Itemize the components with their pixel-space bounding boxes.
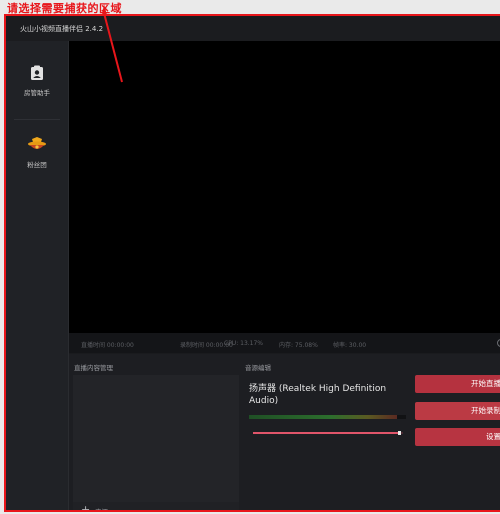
memory-status: 内存: 75.08%	[279, 342, 318, 349]
fan-club-badge-icon	[28, 137, 46, 149]
settings-button[interactable]: 设置	[415, 428, 500, 446]
clipboard-person-icon	[31, 65, 43, 80]
audio-device-name: 扬声器 (Realtek High Definition Audio)	[249, 384, 387, 406]
volume-slider-fill	[253, 432, 400, 434]
sidebar: 房管助手 粉丝团	[6, 41, 69, 510]
audio-level-meter	[249, 415, 406, 419]
audio-level-meter-fill	[249, 415, 397, 419]
sidebar-item-fan-club[interactable]: 粉丝团	[6, 137, 68, 169]
capture-selection-frame[interactable]: 火山小视频直播伴侣 2.4.2 房管助手 粉丝团 直播时间 00:00:00 录…	[4, 14, 500, 512]
sidebar-item-room-manager[interactable]: 房管助手	[6, 65, 68, 97]
sources-list[interactable]	[73, 375, 239, 502]
sidebar-item-label: 房管助手	[24, 89, 50, 97]
add-source-label: 来源	[95, 508, 108, 512]
capture-hint-text: 请选择需要捕获的区域	[7, 2, 122, 15]
status-bar: 直播时间 00:00:00 录制时间 00:00:00 CPU: 13.17% …	[69, 333, 500, 353]
add-source-button[interactable]: + 来源	[73, 502, 239, 512]
sources-panel-title: 直播内容管理	[74, 364, 113, 372]
cpu-status: CPU: 13.17%	[224, 340, 264, 347]
window-titlebar[interactable]: 火山小视频直播伴侣 2.4.2	[6, 16, 500, 41]
sidebar-divider	[14, 119, 60, 120]
sidebar-item-label: 粉丝团	[27, 161, 47, 169]
window-title: 火山小视频直播伴侣 2.4.2	[20, 25, 104, 33]
fps-status: 帧率: 30.00	[333, 342, 367, 349]
audio-panel-title: 音源编辑	[245, 364, 271, 372]
start-record-button[interactable]: 开始录制	[415, 402, 500, 420]
plus-icon: +	[81, 503, 91, 512]
live-preview-area[interactable]	[69, 41, 500, 333]
live-time-status: 直播时间 00:00:00	[81, 342, 134, 349]
bottom-panels: 直播内容管理 + 来源 音源编辑 扬声器 (Realtek High Defin…	[69, 354, 500, 510]
volume-slider-handle[interactable]	[398, 431, 401, 435]
volume-slider[interactable]	[253, 431, 403, 435]
start-stream-button[interactable]: 开始直播	[415, 375, 500, 393]
